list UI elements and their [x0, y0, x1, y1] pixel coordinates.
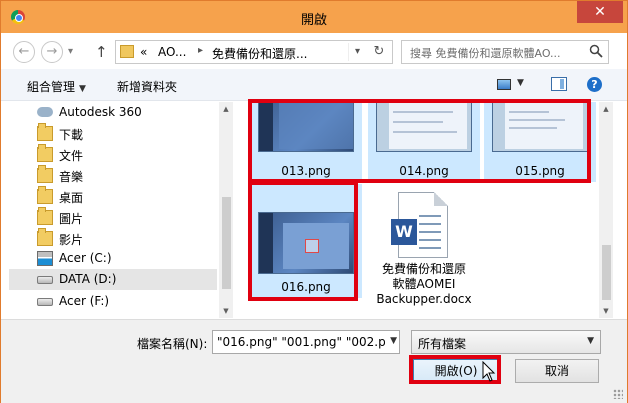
breadcrumb-chevron-icon[interactable]: ▸	[198, 45, 203, 56]
close-button[interactable]: ✕	[577, 1, 623, 23]
folder-icon	[37, 123, 53, 141]
search-icon[interactable]	[589, 44, 603, 58]
sidebar-item-label: 圖片	[59, 212, 84, 226]
navigation-pane: Autodesk 360 下載 文件 音樂 桌面 圖片 影片 Acer (C:)…	[1, 102, 233, 318]
sidebar-item-music[interactable]: 音樂	[9, 165, 217, 186]
chevron-down-icon[interactable]: ▼	[587, 336, 594, 346]
file-type-value: 所有檔案	[418, 337, 467, 351]
windows-drive-icon	[37, 251, 53, 266]
sidebar-item-documents[interactable]: 文件	[9, 144, 217, 165]
scroll-up-icon[interactable]: ▲	[219, 102, 233, 116]
navigation-bar: ← → ▾ ↑ « AO... ▸ 免費備份和還原... ▾ ↻ 搜尋 免費備份…	[1, 33, 627, 69]
file-list-scrollbar[interactable]: ▲ ▼	[599, 102, 613, 318]
sidebar-item-downloads[interactable]: 下載	[9, 123, 217, 144]
annotation-highlight-row	[248, 99, 591, 183]
sidebar-item-label: DATA (D:)	[59, 272, 117, 286]
breadcrumb-overflow[interactable]: «	[140, 45, 147, 59]
folder-icon	[37, 186, 53, 204]
sidebar-item-videos[interactable]: 影片	[9, 228, 217, 249]
word-document-icon: W	[391, 192, 448, 258]
organize-menu[interactable]: 組合管理 ▼	[27, 78, 86, 95]
scroll-down-icon[interactable]: ▼	[599, 304, 613, 318]
back-button[interactable]: ←	[13, 41, 35, 63]
cloud-icon	[37, 107, 53, 117]
up-button[interactable]: ↑	[95, 41, 108, 63]
preview-pane-icon[interactable]	[551, 77, 567, 91]
mouse-cursor-icon	[482, 361, 496, 382]
breadcrumb-segment[interactable]: AO...	[158, 45, 186, 59]
new-folder-button[interactable]: 新增資料夾	[117, 78, 177, 95]
forward-button[interactable]: →	[41, 41, 63, 63]
file-name-line: 軟體AOMEI	[392, 277, 456, 291]
sidebar-item-label: Acer (C:)	[59, 251, 112, 265]
sidebar-item-autodesk-360[interactable]: Autodesk 360	[9, 102, 217, 123]
sidebar-item-drive-f[interactable]: Acer (F:)	[9, 291, 217, 312]
help-icon[interactable]: ?	[587, 77, 602, 92]
file-type-select[interactable]: 所有檔案 ▼	[411, 330, 601, 354]
search-box[interactable]: 搜尋 免費備份和還原軟體AO...	[401, 40, 609, 64]
search-input[interactable]: 搜尋 免費備份和還原軟體AO...	[410, 45, 590, 61]
title-bar[interactable]: 開啟 ✕	[1, 1, 627, 33]
organize-label: 組合管理	[27, 80, 76, 94]
command-bar: 組合管理 ▼ 新增資料夾 ▼ ?	[1, 69, 627, 101]
drive-icon	[37, 298, 53, 306]
file-name-line: 免費備份和還原	[381, 262, 466, 276]
view-options-dropdown[interactable]: ▼	[517, 78, 524, 88]
file-name-line: Backupper.docx	[376, 292, 472, 306]
folder-icon	[120, 45, 134, 58]
cancel-button[interactable]: 取消	[515, 359, 599, 383]
sidebar-item-label: 文件	[59, 149, 84, 163]
sidebar-item-label: 桌面	[59, 191, 84, 205]
sidebar-item-drive-c[interactable]: Acer (C:)	[9, 248, 217, 269]
folder-icon	[37, 228, 53, 246]
dialog-title: 開啟	[300, 13, 327, 28]
sidebar-item-label: Autodesk 360	[59, 105, 142, 119]
file-name: 免費備份和還原 軟體AOMEI Backupper.docx	[368, 262, 480, 307]
sidebar-item-desktop[interactable]: 桌面	[9, 186, 217, 207]
open-file-dialog: 開啟 ✕ ← → ▾ ↑ « AO... ▸ 免費備份和還原... ▾ ↻ 搜尋…	[0, 0, 628, 403]
dialog-footer: 檔案名稱(N): "016.png" "001.png" "002.pn ▼ 所…	[1, 319, 627, 403]
scroll-down-icon[interactable]: ▼	[219, 304, 233, 318]
breadcrumb-segment[interactable]: 免費備份和還原...	[212, 45, 307, 62]
sidebar-scrollbar[interactable]: ▲ ▼	[219, 102, 233, 318]
drive-icon	[37, 276, 53, 284]
folder-icon	[37, 144, 53, 162]
sidebar-item-label: 音樂	[59, 170, 84, 184]
chevron-down-icon[interactable]: ▼	[390, 336, 397, 346]
sidebar-item-label: Acer (F:)	[59, 294, 110, 308]
address-bar[interactable]: « AO... ▸ 免費備份和還原... ▾ ↻	[115, 40, 393, 64]
annotation-highlight-file	[248, 181, 358, 301]
scroll-up-icon[interactable]: ▲	[599, 102, 613, 116]
sidebar-scroll-thumb[interactable]	[222, 197, 231, 289]
sidebar-item-pictures[interactable]: 圖片	[9, 207, 217, 228]
filename-value[interactable]: "016.png" "001.png" "002.pn	[217, 335, 385, 349]
resize-grip[interactable]	[613, 389, 623, 399]
address-dropdown[interactable]: ▾	[348, 43, 366, 61]
sidebar-item-label: 影片	[59, 233, 84, 247]
file-list-scroll-thumb[interactable]	[602, 245, 611, 300]
recent-locations-dropdown[interactable]: ▾	[68, 41, 73, 63]
filename-field[interactable]: "016.png" "001.png" "002.pn ▼	[212, 330, 400, 354]
refresh-button[interactable]: ↻	[368, 42, 390, 62]
sidebar-item-drive-d[interactable]: DATA (D:)	[9, 269, 217, 290]
folder-icon	[37, 165, 53, 183]
chevron-down-icon: ▼	[79, 84, 86, 94]
file-item-docx[interactable]: W 免費備份和還原 軟體AOMEI Backupper.docx	[368, 186, 480, 318]
filename-label: 檔案名稱(N):	[137, 337, 208, 351]
change-view-icon[interactable]	[497, 79, 511, 90]
sidebar-item-label: 下載	[59, 128, 84, 142]
folder-icon	[37, 207, 53, 225]
